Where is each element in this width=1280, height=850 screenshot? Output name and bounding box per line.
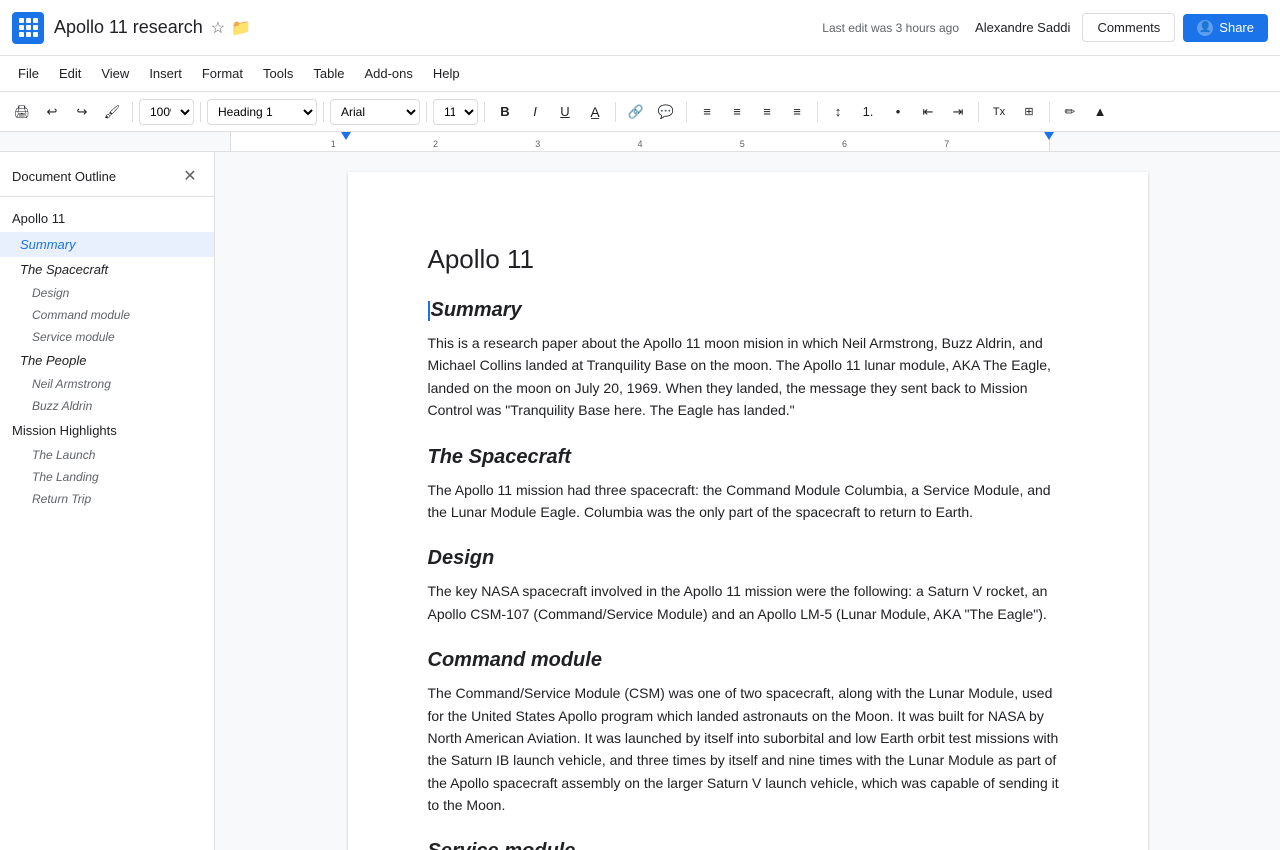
font-size-select[interactable]: 11 10 12 14: [433, 99, 478, 125]
doc-heading-service-module: Service module: [428, 840, 1068, 850]
decrease-indent-button[interactable]: ⇤: [914, 98, 942, 126]
sidebar-header: Document Outline ✕: [0, 152, 214, 197]
folder-icon[interactable]: 📁: [231, 18, 251, 38]
outline-item-people[interactable]: The People: [0, 348, 214, 373]
align-left-button[interactable]: ≡: [693, 98, 721, 126]
heading-select[interactable]: Heading 1 Normal text Heading 2 Heading …: [207, 99, 317, 125]
print-button[interactable]: 🖨: [8, 98, 36, 126]
share-button[interactable]: 👤 Share: [1183, 14, 1268, 42]
share-icon: 👤: [1197, 20, 1213, 36]
numbered-list-button[interactable]: 1.: [854, 98, 882, 126]
app-grid-button[interactable]: [12, 12, 44, 44]
toolbar-divider-8: [817, 102, 818, 122]
doc-page[interactable]: Apollo 11 Summary This is a research pap…: [348, 172, 1148, 850]
menu-view[interactable]: View: [91, 62, 139, 85]
ruler-inner: 1 2 3 4 5 6 7: [230, 132, 1050, 151]
outline-item-service-module[interactable]: Service module: [0, 326, 214, 348]
document-outline-sidebar: Document Outline ✕ Apollo 11 Summary The…: [0, 152, 215, 850]
underline-button[interactable]: U: [551, 98, 579, 126]
user-name: Alexandre Saddi: [975, 20, 1070, 35]
link-button[interactable]: 🔗: [622, 98, 650, 126]
font-color-button[interactable]: A̲: [581, 98, 609, 126]
redo-button[interactable]: ↪: [68, 98, 96, 126]
toolbar-divider-9: [978, 102, 979, 122]
menu-tools[interactable]: Tools: [253, 62, 303, 85]
toolbar-divider-4: [426, 102, 427, 122]
bold-button[interactable]: B: [491, 98, 519, 126]
outline-item-apollo11[interactable]: Apollo 11: [0, 205, 214, 232]
toolbar-divider-1: [132, 102, 133, 122]
sidebar-close-button[interactable]: ✕: [178, 164, 202, 188]
menu-format[interactable]: Format: [192, 62, 253, 85]
zoom-select[interactable]: 100% 75% 125%: [139, 99, 194, 125]
ruler: 1 2 3 4 5 6 7: [0, 132, 1280, 152]
toolbar-divider-5: [484, 102, 485, 122]
toolbar-divider-10: [1049, 102, 1050, 122]
toolbar-divider-2: [200, 102, 201, 122]
align-center-button[interactable]: ≡: [723, 98, 751, 126]
toolbar-divider-3: [323, 102, 324, 122]
doc-heading-spacecraft: The Spacecraft: [428, 446, 1068, 469]
edit-mode-button[interactable]: ✏: [1056, 98, 1084, 126]
font-select[interactable]: Arial Times New Roman Georgia: [330, 99, 420, 125]
doc-heading-design: Design: [428, 547, 1068, 570]
star-icon[interactable]: ☆: [211, 18, 225, 38]
doc-para-summary[interactable]: This is a research paper about the Apoll…: [428, 332, 1068, 422]
italic-button[interactable]: I: [521, 98, 549, 126]
toolbar-divider-7: [686, 102, 687, 122]
menu-insert[interactable]: Insert: [139, 62, 192, 85]
outline-item-command-module[interactable]: Command module: [0, 304, 214, 326]
doc-title[interactable]: Apollo 11 research: [54, 17, 203, 38]
menu-bar: File Edit View Insert Format Tools Table…: [0, 56, 1280, 92]
doc-main-title[interactable]: Apollo 11: [428, 244, 1068, 275]
doc-heading-summary: Summary: [428, 299, 1068, 322]
comments-button[interactable]: Comments: [1082, 13, 1175, 42]
align-right-button[interactable]: ≡: [753, 98, 781, 126]
outline-item-return-trip[interactable]: Return Trip: [0, 488, 214, 510]
sidebar-title: Document Outline: [12, 169, 116, 184]
paint-format-button[interactable]: 🖌: [98, 98, 126, 126]
bullet-list-button[interactable]: •: [884, 98, 912, 126]
doc-heading-command-module: Command module: [428, 649, 1068, 672]
clear-formatting-button[interactable]: Tx: [985, 98, 1013, 126]
outline-item-summary[interactable]: Summary: [0, 232, 214, 257]
toolbar-divider-6: [615, 102, 616, 122]
outline-items: Apollo 11 Summary The Spacecraft Design …: [0, 197, 214, 518]
outline-item-spacecraft[interactable]: The Spacecraft: [0, 257, 214, 282]
main-layout: Document Outline ✕ Apollo 11 Summary The…: [0, 152, 1280, 850]
right-margin-marker[interactable]: [1044, 132, 1054, 140]
outline-item-the-launch[interactable]: The Launch: [0, 444, 214, 466]
outline-item-the-landing[interactable]: The Landing: [0, 466, 214, 488]
menu-table[interactable]: Table: [303, 62, 354, 85]
undo-button[interactable]: ↩: [38, 98, 66, 126]
outline-item-neil-armstrong[interactable]: Neil Armstrong: [0, 373, 214, 395]
menu-addons[interactable]: Add-ons: [354, 62, 422, 85]
doc-para-design[interactable]: The key NASA spacecraft involved in the …: [428, 580, 1068, 625]
document-area[interactable]: Apollo 11 Summary This is a research pap…: [215, 152, 1280, 850]
collapse-toolbar-button[interactable]: ▲: [1086, 98, 1114, 126]
outline-item-buzz-aldrin[interactable]: Buzz Aldrin: [0, 395, 214, 417]
left-margin-marker[interactable]: [341, 132, 351, 140]
comment-button[interactable]: 💬: [652, 98, 680, 126]
doc-para-command-module[interactable]: The Command/Service Module (CSM) was one…: [428, 682, 1068, 816]
increase-indent-button[interactable]: ⇥: [944, 98, 972, 126]
top-bar: Apollo 11 research ☆ 📁 Last edit was 3 h…: [0, 0, 1280, 56]
text-cursor: [428, 301, 430, 321]
outline-item-design[interactable]: Design: [0, 282, 214, 304]
doc-para-spacecraft[interactable]: The Apollo 11 mission had three spacecra…: [428, 479, 1068, 524]
line-spacing-button[interactable]: ↕: [824, 98, 852, 126]
menu-help[interactable]: Help: [423, 62, 470, 85]
menu-file[interactable]: File: [8, 62, 49, 85]
menu-edit[interactable]: Edit: [49, 62, 91, 85]
outline-item-mission-highlights[interactable]: Mission Highlights: [0, 417, 214, 444]
more-options-button[interactable]: ⊞: [1015, 98, 1043, 126]
last-edit-text: Last edit was 3 hours ago: [822, 21, 959, 35]
justify-button[interactable]: ≡: [783, 98, 811, 126]
toolbar: 🖨 ↩ ↪ 🖌 100% 75% 125% Heading 1 Normal t…: [0, 92, 1280, 132]
